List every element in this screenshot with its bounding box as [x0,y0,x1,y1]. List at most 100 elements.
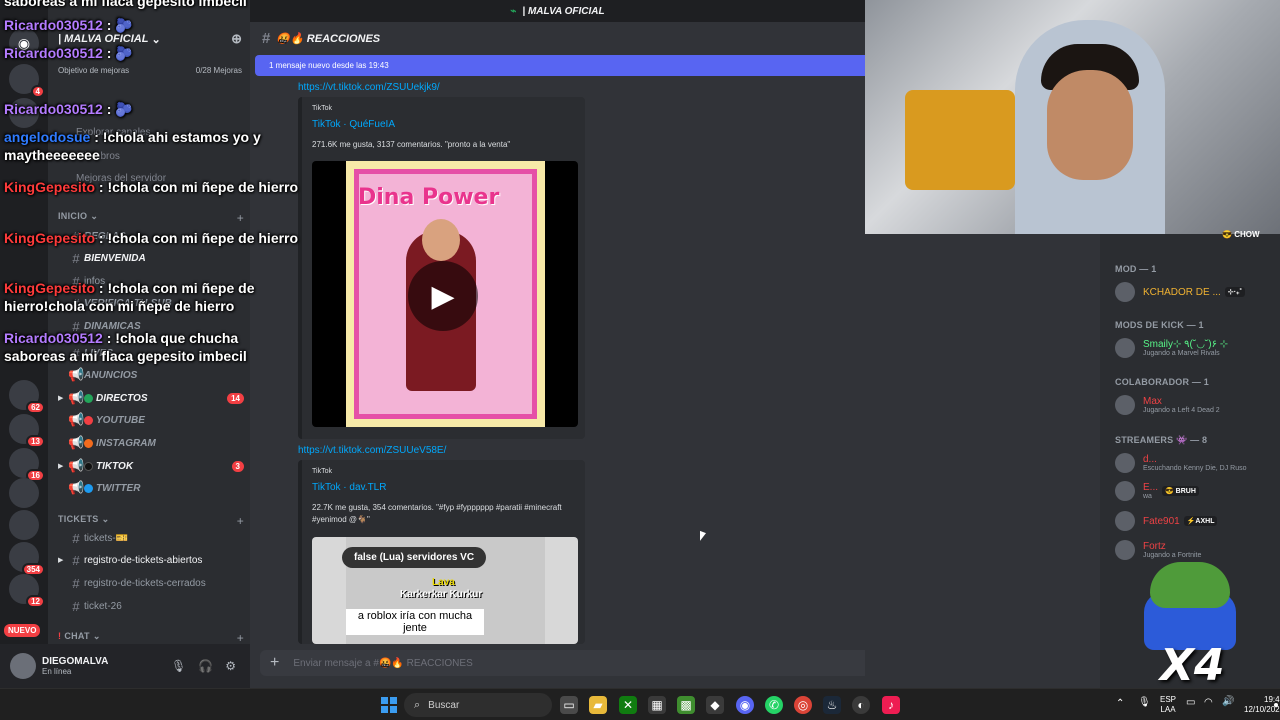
chevron-down-icon: ⌄ [90,211,99,221]
whatsapp-icon[interactable]: ✆ [765,696,783,714]
chevron-down-icon: ⌄ [92,631,101,641]
taskbar: ⌕ Buscar ▭ ▰ ✕ ▦ ▩ ◆ ◉ ✆ ◎ ♨ ◐ ♪ ⌃ 🎙 ESP… [0,688,1280,720]
embed-description: 22.7K me gusta, 354 comentarios. "#fyp #… [312,503,562,524]
chat-line: saboreas a mi flaca gepesito imbecil [4,0,247,9]
avatar [1115,338,1135,358]
category-inicio[interactable]: INICIO ⌄ + [58,211,244,225]
embed-provider: TikTok [312,105,332,112]
category-chat[interactable]: ! CHAT ⌄ + [58,631,244,645]
embed-title[interactable]: TikTok · dav.TLR [312,482,386,493]
xbox-icon[interactable]: ✕ [619,696,637,714]
member-item[interactable]: Fortz Jugando a Fortnite [1115,540,1201,560]
member-item[interactable]: E... wa 😎 BRUH [1115,481,1199,501]
server-icon[interactable]: 16 [9,448,45,482]
blue-dot-icon [84,483,93,493]
role-header: STREAMERS 👾 — 8 [1115,435,1208,445]
composer-placeholder: Enviar mensaje a #🤬🔥 REACCIONES [293,657,473,669]
chat-line: angelodosue : !chola ahi estamos yo y ma… [4,129,261,163]
new-messages-bar[interactable]: 1 mensaje nuevo desde las 19:43 [255,55,865,76]
member-item[interactable]: Fate901 ⚡AXHL [1115,511,1218,531]
member-item[interactable]: KCHADOR DE ... ⊹‧₊˚ [1115,282,1245,302]
text-channel-icon: # [72,575,80,591]
headphones-icon[interactable]: 🎧 [198,659,213,673]
channel-tiktok[interactable]: ▶ 📢 TIKTOK 3 [58,456,244,476]
channel-tickets[interactable]: # tickets-🎫 [58,528,244,548]
gear-icon[interactable]: ⚙ [225,659,236,673]
minecraft-icon[interactable]: ▩ [677,696,695,714]
notification-dot-icon[interactable] [1274,703,1278,707]
channel-registro-cerrados[interactable]: # registro-de-tickets-cerrados [58,573,244,593]
obs-icon[interactable]: ◐ [852,696,870,714]
poster-title: Dina Power [358,185,500,210]
taskbar-search[interactable]: ⌕ Buscar [404,693,552,717]
video-caption: Karkerkar Kurkur [400,589,483,600]
webcam-overlay [865,0,1280,234]
server-icon[interactable] [9,510,39,540]
server-icon[interactable]: 12 [9,574,45,608]
avatar [1115,481,1135,501]
steam-icon[interactable]: ♨ [823,696,841,714]
channel-youtube[interactable]: 📢 YOUTUBE [58,410,244,430]
megaphone-icon: 📢 [68,412,85,427]
avatar[interactable] [10,653,36,679]
channel-twitter[interactable]: 📢 TWITTER [58,478,244,498]
language-indicator[interactable]: ESP LAA [1160,695,1176,715]
monitor-icon[interactable]: ▭ [1186,698,1195,708]
message-link[interactable]: https://vt.tiktok.com/ZSUUeV58E/ [298,445,446,456]
channel-ticket-26[interactable]: # ticket-26 [58,596,244,616]
channel-bienvenida[interactable]: # BIENVENIDA [58,248,244,268]
server-icon[interactable]: 13 [9,414,45,448]
member-item[interactable]: Max Jugando a Left 4 Dead 2 [1115,395,1220,415]
role-header: COLABORADOR — 1 [1115,377,1210,387]
add-channel-icon[interactable]: + [237,514,244,528]
microphone-icon[interactable]: 🎙 [171,659,186,673]
avatar [1115,511,1135,531]
embed-description: 271.6K me gusta, 3137 comentarios. "pron… [312,140,511,149]
boost-progress[interactable]: Objetivo de mejoras 0/28 Mejoras [58,66,242,75]
chrome-icon[interactable]: ◎ [794,696,812,714]
task-view-icon[interactable]: ▭ [560,696,578,714]
windows-start-icon[interactable] [381,697,397,713]
chevron-up-icon[interactable]: ⌃ [1116,699,1124,709]
red-dot-icon [84,415,93,425]
add-channel-icon[interactable]: + [237,211,244,225]
member-item[interactable]: Smaily⊹ ٩(˘◡˘)۶ ⊹ Jugando a Marvel Rivals [1115,338,1228,358]
server-icon[interactable] [9,478,39,508]
tiktok-icon[interactable]: ♪ [882,696,900,714]
window-title: ⌁ | MALVA OFICIAL [250,0,865,22]
discord-icon[interactable]: ◉ [736,696,754,714]
plus-icon[interactable]: + [270,654,279,672]
channel-directos[interactable]: ▶ 📢 DIRECTOS 14 [58,388,244,408]
channel-registro-abiertos[interactable]: ▶ # registro-de-tickets-abiertos [58,550,244,570]
microphone-icon[interactable]: 🎙 [1138,698,1151,708]
server-icon[interactable]: 4 [9,64,45,98]
file-explorer-icon[interactable]: ▰ [589,696,607,714]
category-tickets[interactable]: TICKETS ⌄ + [58,514,244,528]
chevron-right-icon: ▶ [58,395,64,402]
video-player[interactable]: Dina Power ▶ [312,161,578,427]
channel-anuncios[interactable]: 📢 ANUNCIOS [58,365,244,385]
app-icon[interactable]: ◆ [706,696,724,714]
megaphone-icon: 📢 [68,367,85,382]
megaphone-icon: 📢 [68,435,85,450]
wifi-icon[interactable]: ◠ [1204,698,1213,708]
server-icon[interactable]: 62 [9,380,45,414]
channel-instagram[interactable]: 📢 INSTAGRAM [58,433,244,453]
chat-line: Ricardo030512 : !chola que chucha sabore… [4,330,247,364]
add-channel-icon[interactable]: + [237,631,244,645]
server-icon[interactable]: 354 [9,542,45,576]
server-icon: ⌁ [510,5,517,17]
speaker-icon[interactable]: 🔊 [1222,697,1234,707]
new-badge: NUEVO [4,624,41,637]
play-icon[interactable]: ▶ [408,261,478,331]
orange-dot-icon [84,438,93,448]
avatar [1115,540,1135,560]
video-player[interactable]: false (Lua) servidores VC Lava Karkerkar… [312,537,578,644]
embed-title[interactable]: TikTok · QuéFueIA [312,119,395,130]
chat-line: KingGepesito : !chola con mi ñepe de hie… [4,280,255,314]
message-link[interactable]: https://vt.tiktok.com/ZSUUekjk9/ [298,82,440,93]
member-item[interactable]: d... Escuchando Kenny Die, DJ Ruso [1115,453,1247,473]
store-icon[interactable]: ▦ [648,696,666,714]
pepe-emote [1140,562,1240,652]
chat-line: Ricardo030512 : 🫐 [4,45,133,61]
